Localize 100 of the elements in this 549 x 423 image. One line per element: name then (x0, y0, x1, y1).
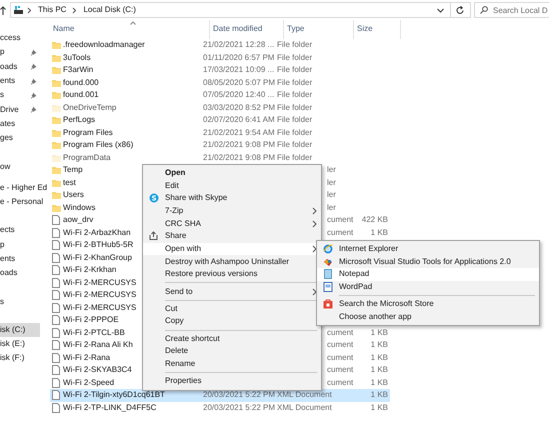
size-cell: 1 KB (370, 352, 388, 362)
type-cell: cument (327, 352, 354, 362)
file-name[interactable]: Wi-Fi 2-MERCUSYS (63, 290, 136, 300)
sidebar-item[interactable]: Drive (0, 104, 19, 116)
file-icon (52, 265, 60, 276)
menu-item[interactable]: Properties (143, 374, 321, 388)
type-cell: ler (327, 202, 336, 212)
file-name[interactable]: Wi-Fi 2-Krkhan (63, 265, 116, 274)
file-name[interactable]: PerfLogs (63, 115, 96, 124)
sidebar-item[interactable]: s (0, 296, 4, 308)
sidebar-item[interactable]: ects (0, 224, 15, 236)
up-arrow-icon[interactable] (0, 6, 6, 14)
column-header[interactable]: Type (284, 20, 354, 39)
sidebar-item[interactable]: ccess (0, 32, 20, 44)
date-cell: 08/05/2020 5:07 PM (203, 78, 276, 87)
file-name[interactable]: ProgramData (63, 152, 111, 162)
column-header[interactable]: Date modified (210, 20, 284, 39)
type-cell: XML Document (277, 402, 332, 412)
date-cell: 03/03/2020 8:52 PM (203, 102, 276, 112)
search-field[interactable]: Search Local D (474, 2, 549, 18)
file-name[interactable]: Wi-Fi 2-ArbazKhan (63, 228, 131, 237)
chevron-icon (72, 6, 78, 14)
file-name[interactable]: Wi-Fi 2-KhanGroup (63, 252, 132, 262)
sidebar-item[interactable]: isk (F:) (0, 352, 24, 364)
file-name[interactable]: Program Files (63, 128, 113, 137)
menu-item[interactable]: Share (143, 230, 321, 243)
file-name[interactable]: aow_drv (63, 215, 94, 224)
browser-icon (323, 244, 333, 254)
file-name[interactable]: Wi-Fi 2-TP-LINK_D4FF5C (63, 402, 156, 412)
address-bar[interactable]: This PC Local Disk (C:) (10, 2, 471, 18)
menu-item[interactable]: Rename (143, 358, 321, 370)
file-name[interactable]: found.000 (63, 78, 99, 87)
type-cell: XML Document (277, 390, 332, 400)
file-name[interactable]: Program Files (x86) (63, 140, 134, 150)
file-name[interactable]: test (63, 178, 76, 187)
menu-item[interactable]: Open (143, 166, 321, 180)
sidebar-item[interactable]: e - Personal (0, 196, 44, 208)
sidebar-item[interactable]: s (0, 89, 4, 102)
size-cell: 1 KB (370, 378, 388, 387)
file-row[interactable]: Wi-Fi 2-Tilgin-xty6D1cq61BT 20/03/2021 5:22 PM XML Document 1 KB (50, 389, 390, 402)
file-name[interactable]: Wi-Fi 2-Speed (63, 378, 114, 387)
sidebar-item[interactable]: ges (0, 132, 13, 144)
menu-item[interactable]: Edit (143, 179, 321, 192)
sidebar-item[interactable]: ates (0, 118, 16, 130)
date-cell: 02/07/2020 6:41 AM (203, 115, 275, 124)
sidebar-item[interactable]: e - Higher Ed (0, 182, 48, 194)
file-icon (52, 302, 60, 313)
menu-item[interactable]: Search the Microsoft Store (317, 298, 539, 311)
column-header[interactable]: Name (50, 20, 210, 39)
type-cell: File folder (277, 78, 312, 87)
refresh-icon[interactable] (456, 6, 465, 14)
menu-item[interactable]: Notepad (317, 268, 539, 281)
file-name[interactable]: Wi-Fi 2-BTHub5-5R (63, 240, 134, 250)
menu-item[interactable]: Choose another app (317, 310, 539, 324)
file-name[interactable]: Wi-Fi 2-Rana Ali Kh (63, 340, 133, 350)
file-name[interactable]: OneDriveTemp (63, 102, 116, 112)
file-name[interactable]: Wi-Fi 2-Rana (63, 352, 110, 362)
size-cell: 1 KB (370, 390, 388, 400)
file-name[interactable]: Wi-Fi 2-MERCUSYS (63, 278, 136, 287)
date-cell: 21/02/2021 9:54 AM (203, 128, 275, 137)
sidebar-item[interactable]: p (0, 238, 4, 251)
sidebar-item[interactable]: isk (E:) (0, 338, 25, 350)
type-cell: cument (327, 228, 354, 237)
app-icon (323, 256, 333, 267)
file-name[interactable]: Wi-Fi 2-MERCUSYS (63, 302, 136, 312)
document-icon (323, 282, 333, 292)
file-name[interactable]: Wi-Fi 2-SKYAB3C4 (63, 365, 132, 374)
date-cell: 20/03/2021 5:22 PM (203, 402, 276, 412)
file-name[interactable]: Temp (63, 165, 83, 174)
file-name[interactable]: F3arWin (63, 65, 94, 74)
menu-item[interactable]: Delete (143, 344, 321, 358)
breadcrumb[interactable]: This PC (35, 4, 70, 16)
file-name[interactable]: .freedownloadmanager (63, 40, 145, 50)
file-icon (52, 252, 60, 263)
sidebar-item[interactable]: ow (0, 160, 10, 173)
sidebar-item[interactable]: ents (0, 253, 16, 265)
breadcrumb[interactable]: Local Disk (C:) (80, 4, 139, 16)
menu-item[interactable]: Share with Skype (143, 192, 321, 205)
sidebar-item[interactable]: p (0, 46, 4, 58)
date-cell: 21/02/2021 9:08 PM (203, 140, 276, 150)
file-name[interactable]: Wi-Fi 2-PTCL-BB (63, 328, 125, 337)
file-name[interactable]: Users (63, 190, 84, 200)
sidebar-item[interactable]: oads (0, 60, 18, 73)
column-header[interactable]: Size (354, 20, 401, 39)
sidebar-item[interactable]: isk (C:) (0, 322, 40, 338)
type-cell: cument (327, 328, 354, 337)
sidebar-item[interactable]: oads (0, 267, 18, 280)
file-name[interactable]: Windows (63, 202, 96, 212)
menu-item[interactable]: Microsoft Visual Studio Tools for Applications 2.0 (317, 255, 539, 268)
sidebar-item[interactable]: ents (0, 75, 16, 88)
file-icon (52, 365, 60, 376)
file-name[interactable]: found.001 (63, 90, 99, 100)
menu-item[interactable]: Create shortcut (143, 332, 321, 345)
menu-item[interactable]: CRC SHA (143, 217, 321, 230)
file-name[interactable]: 3uTools (63, 52, 91, 62)
file-name[interactable]: Wi-Fi 2-PPPOE (63, 315, 119, 324)
file-name[interactable]: Wi-Fi 2-Tilgin-xty6D1cq61BT (63, 390, 165, 400)
type-cell: ler (327, 178, 336, 187)
store-icon (323, 299, 333, 310)
menu-item[interactable]: 7-Zip (143, 204, 321, 218)
